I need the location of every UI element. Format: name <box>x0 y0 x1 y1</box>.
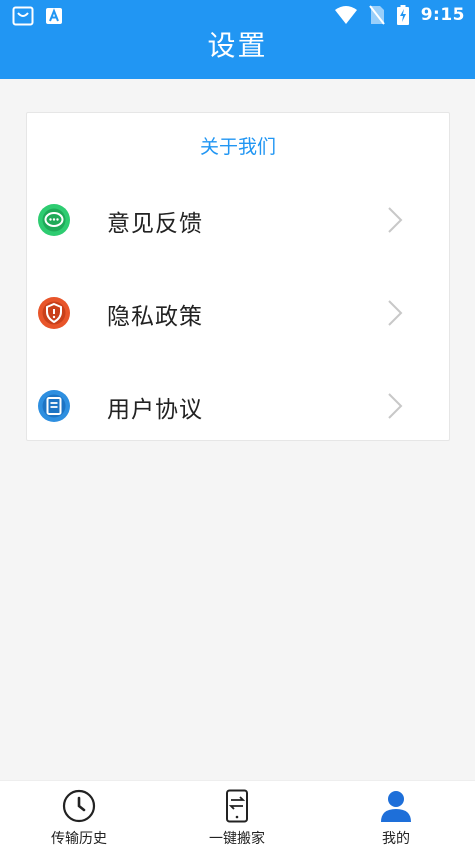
agreement-icon <box>38 390 70 422</box>
chevron-right-icon <box>388 393 403 419</box>
bottom-nav: 传输历史 一键搬家 我的 <box>0 780 475 848</box>
nav-item-transfer[interactable]: 一键搬家 <box>177 789 297 848</box>
settings-item-agreement[interactable]: 用户协议 <box>27 360 449 452</box>
nav-item-label: 我的 <box>382 831 410 847</box>
settings-item-label: 用户协议 <box>107 397 203 423</box>
nav-item-label: 传输历史 <box>51 831 107 847</box>
app-bar: 9:15 设置 <box>0 0 475 79</box>
user-icon <box>381 791 411 822</box>
chevron-right-icon <box>388 300 403 326</box>
nav-item-mine[interactable]: 我的 <box>336 789 456 848</box>
settings-item-privacy[interactable]: 隐私政策 <box>27 267 449 359</box>
nav-item-label: 一键搬家 <box>209 831 265 847</box>
settings-item-label: 隐私政策 <box>107 304 203 330</box>
wifi-icon <box>334 6 357 24</box>
feedback-icon <box>38 204 70 236</box>
privacy-shield-icon <box>38 297 70 329</box>
status-time: 9:15 <box>420 5 465 25</box>
shopping-bag-icon <box>12 6 34 26</box>
page-title: 设置 <box>207 29 268 62</box>
font-a-icon <box>46 8 62 24</box>
settings-card: 关于我们 意见反馈 隐私政策 用户协议 <box>26 112 450 441</box>
phone-transfer-icon <box>226 789 248 823</box>
battery-charging-icon <box>396 5 409 25</box>
settings-item-feedback[interactable]: 意见反馈 <box>27 174 449 266</box>
no-sim-icon <box>368 5 385 25</box>
clock-icon <box>62 789 96 823</box>
section-title: 关于我们 <box>199 136 276 158</box>
settings-item-label: 意见反馈 <box>107 211 203 237</box>
nav-item-history[interactable]: 传输历史 <box>19 789 139 848</box>
chevron-right-icon <box>388 207 403 233</box>
